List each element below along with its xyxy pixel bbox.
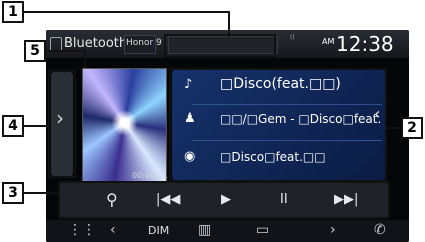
bottom-bar: ⋮⋮ ‹ DIM ▥ ▭ › ✆ <box>46 220 409 242</box>
callout-4-leader <box>24 125 50 127</box>
device-name: Honor 9 <box>126 38 162 48</box>
callout-3-leader <box>24 192 60 194</box>
dim-button[interactable]: DIM <box>148 224 169 237</box>
callout-1: 1 <box>2 1 24 23</box>
ampm-label: AM <box>322 37 335 46</box>
source-title[interactable]: Bluetooth <box>64 36 127 51</box>
callout-4: 4 <box>2 115 24 137</box>
album-artwork[interactable] <box>82 68 167 182</box>
phone-icon[interactable]: ✆ <box>374 222 386 238</box>
callout-4-bracket <box>48 70 76 178</box>
signal-indicator: (( <box>290 34 295 41</box>
callout-1-leader <box>24 11 230 13</box>
chevron-left-icon[interactable]: ‹ <box>110 222 116 238</box>
play-time: 00:00:01 <box>132 171 168 180</box>
equalizer-icon[interactable]: ▥ <box>198 222 211 238</box>
callout-3: 3 <box>2 182 24 204</box>
menu-grid-icon[interactable]: ⋮⋮ <box>68 222 96 238</box>
clock: 12:38 <box>336 32 394 56</box>
callout-2: 2 <box>401 117 423 139</box>
callout-3-bracket <box>58 181 390 219</box>
callout-2-bracket <box>169 68 387 182</box>
chevron-right-icon[interactable]: › <box>330 222 336 238</box>
callout-5: 5 <box>24 40 46 62</box>
callout-1-bracket <box>164 34 276 58</box>
callout-5-leader <box>46 50 86 52</box>
screen-icon[interactable]: ▭ <box>256 222 269 238</box>
callout-5-leader <box>84 50 86 68</box>
callout-2-leader <box>385 127 401 129</box>
